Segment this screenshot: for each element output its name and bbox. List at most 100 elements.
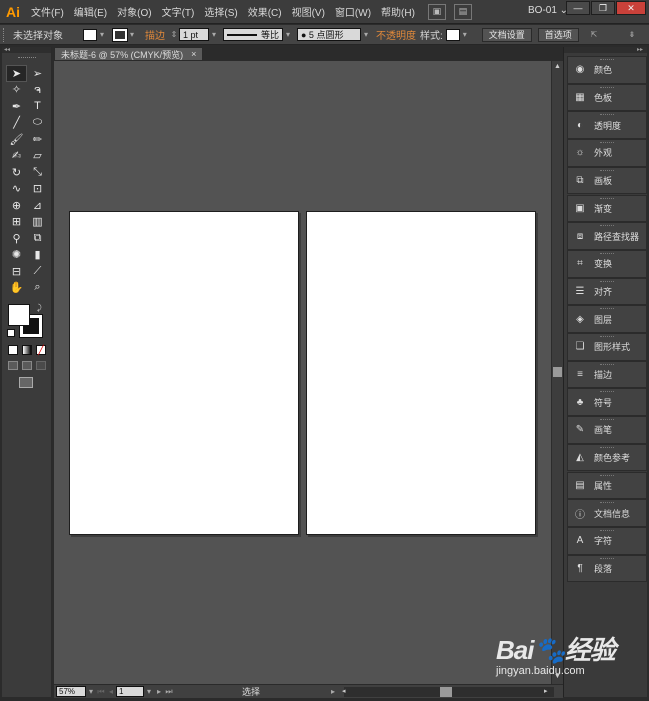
blend-tool-icon[interactable]: ⧉: [27, 230, 48, 247]
artboard-1[interactable]: [69, 211, 299, 535]
menu-item[interactable]: 帮助(H): [376, 4, 420, 19]
menu-item[interactable]: 编辑(E): [69, 4, 112, 19]
panel-button[interactable]: ✎ 画笔: [567, 416, 647, 444]
menu-item[interactable]: 选择(S): [199, 4, 242, 19]
close-tab-icon[interactable]: ×: [191, 49, 196, 59]
draw-behind-icon[interactable]: [22, 361, 32, 370]
last-artboard-icon[interactable]: ⏭: [164, 687, 174, 697]
isolate-icon[interactable]: ⇱: [585, 29, 603, 41]
eraser-tool-icon[interactable]: ▱: [27, 148, 48, 165]
artboard-2[interactable]: [306, 211, 536, 535]
first-artboard-icon[interactable]: ⏮: [96, 687, 106, 697]
default-fill-stroke-icon[interactable]: [7, 329, 15, 337]
screen-mode-icon[interactable]: [19, 377, 33, 388]
minimize-button[interactable]: —: [566, 1, 590, 15]
paintbrush-tool-icon[interactable]: 🖌: [6, 131, 27, 148]
panel-button[interactable]: ⧈ 路径查找器: [567, 222, 647, 250]
fill-swatch[interactable]: [83, 28, 97, 41]
document-setup-button[interactable]: 文档设置: [481, 27, 532, 42]
pencil-tool-icon[interactable]: ✏: [27, 131, 48, 148]
panel-button[interactable]: ◭ 颜色参考: [567, 443, 647, 472]
hand-tool-icon[interactable]: ✋: [6, 280, 27, 297]
stroke-weight-field[interactable]: 1 pt: [179, 28, 209, 41]
vertical-scroll-thumb[interactable]: [553, 367, 562, 377]
panel-button[interactable]: ▣ 渐变: [567, 194, 647, 223]
artboard-dropdown-icon[interactable]: ▾: [144, 687, 154, 696]
scale-tool-icon[interactable]: ⤡: [27, 164, 48, 181]
line-segment-tool-icon[interactable]: ╱: [6, 115, 27, 132]
opacity-link[interactable]: 不透明度: [376, 27, 416, 42]
menu-item[interactable]: 窗口(W): [330, 4, 376, 19]
next-artboard-icon[interactable]: ▸: [154, 687, 164, 696]
scroll-up-icon[interactable]: ▲: [554, 63, 561, 70]
vertical-scrollbar[interactable]: ▲ ▼: [551, 61, 563, 684]
scroll-left-icon[interactable]: ◂: [342, 687, 346, 695]
menu-item[interactable]: 视图(V): [287, 4, 330, 19]
style-dropdown-icon[interactable]: ▾: [460, 29, 470, 41]
brush-definition-field[interactable]: ● 5 点圆形: [297, 28, 361, 41]
panel-button[interactable]: ◐ 透明度: [567, 111, 647, 140]
panel-button[interactable]: ⧉ 画板: [567, 166, 647, 195]
arrange-documents-icon[interactable]: ▤: [453, 3, 472, 20]
canvas[interactable]: [54, 61, 551, 684]
workspace-switcher[interactable]: BO-01 ⌄: [528, 5, 568, 16]
panel-button[interactable]: ▤ 属性: [567, 471, 647, 500]
preferences-button[interactable]: 首选项: [537, 27, 579, 42]
horizontal-scrollbar[interactable]: ◂ ▸: [342, 687, 554, 697]
panel-button[interactable]: ☼ 外观: [567, 139, 647, 167]
ellipse-tool-icon[interactable]: ⬭: [27, 115, 48, 132]
stroke-dropdown-icon[interactable]: ▾: [127, 29, 137, 41]
zoom-field[interactable]: 57%: [56, 686, 86, 697]
maximize-button[interactable]: ❐: [591, 1, 615, 15]
draw-normal-icon[interactable]: [8, 361, 18, 370]
graphic-style-swatch[interactable]: [445, 28, 460, 41]
artboard-number-field[interactable]: 1: [116, 686, 144, 697]
swap-fill-stroke-icon[interactable]: ⤸: [37, 303, 42, 313]
perspective-grid-tool-icon[interactable]: ⊿: [27, 197, 48, 214]
warp-tool-icon[interactable]: ∿: [6, 181, 27, 198]
panel-button[interactable]: ◉ 颜色: [567, 56, 647, 84]
document-tab[interactable]: 未标题-6 @ 57% (CMYK/预览) ×: [54, 47, 204, 61]
brush-dropdown-icon[interactable]: ▾: [361, 29, 371, 41]
panel-button[interactable]: ≡ 描边: [567, 360, 647, 389]
shape-builder-tool-icon[interactable]: ⊕: [6, 197, 27, 214]
gradient-mode-icon[interactable]: [22, 345, 32, 355]
rotate-tool-icon[interactable]: ↻: [6, 164, 27, 181]
stroke-link[interactable]: 描边: [145, 27, 165, 42]
panel-button[interactable]: ❏ 图形样式: [567, 333, 647, 361]
stroke-weight-stepper-icon[interactable]: ⇕: [169, 29, 179, 41]
panel-button[interactable]: ⌗ 变换: [567, 249, 647, 278]
panel-button[interactable]: A 字符: [567, 526, 647, 555]
panel-button[interactable]: ▦ 色板: [567, 83, 647, 112]
menu-item[interactable]: 效果(C): [243, 4, 287, 19]
magic-wand-tool-icon[interactable]: ✧: [6, 82, 27, 99]
close-button[interactable]: ✕: [616, 1, 646, 15]
pen-tool-icon[interactable]: ✒: [6, 98, 27, 115]
selection-tool-icon[interactable]: ➤: [6, 65, 27, 82]
none-mode-icon[interactable]: ╱: [36, 345, 46, 355]
type-tool-icon[interactable]: T: [27, 98, 48, 115]
collapse-arrows-icon[interactable]: ◂◂: [2, 47, 51, 53]
panel-button[interactable]: ☰ 对齐: [567, 277, 647, 306]
lasso-tool-icon[interactable]: ຈ: [27, 82, 48, 99]
column-graph-tool-icon[interactable]: ▮: [27, 247, 48, 264]
menu-item[interactable]: 文件(F): [26, 4, 69, 19]
panel-button[interactable]: ◈ 图层: [567, 305, 647, 333]
blob-brush-tool-icon[interactable]: ✍: [6, 148, 27, 165]
menu-item[interactable]: 文字(T): [157, 4, 200, 19]
fill-color-box[interactable]: [8, 304, 30, 326]
horizontal-scroll-thumb[interactable]: [440, 687, 452, 697]
previous-artboard-icon[interactable]: ◂: [106, 687, 116, 696]
zoom-dropdown-icon[interactable]: ▾: [86, 687, 96, 696]
menu-item[interactable]: 对象(O): [112, 4, 156, 19]
panel-button[interactable]: ♣ 符号: [567, 388, 647, 417]
panel-button[interactable]: ¶ 段落: [567, 554, 647, 583]
draw-inside-icon[interactable]: [36, 361, 46, 370]
scroll-right-icon[interactable]: ▸: [544, 687, 548, 695]
panel-button[interactable]: ⓘ 文档信息: [567, 499, 647, 527]
symbol-sprayer-tool-icon[interactable]: ✺: [6, 247, 27, 264]
artboard-tool-icon[interactable]: ⊟: [6, 263, 27, 280]
free-transform-tool-icon[interactable]: ⊡: [27, 181, 48, 198]
direct-selection-tool-icon[interactable]: ➢: [27, 65, 48, 82]
stroke-weight-dropdown-icon[interactable]: ▾: [209, 29, 219, 41]
